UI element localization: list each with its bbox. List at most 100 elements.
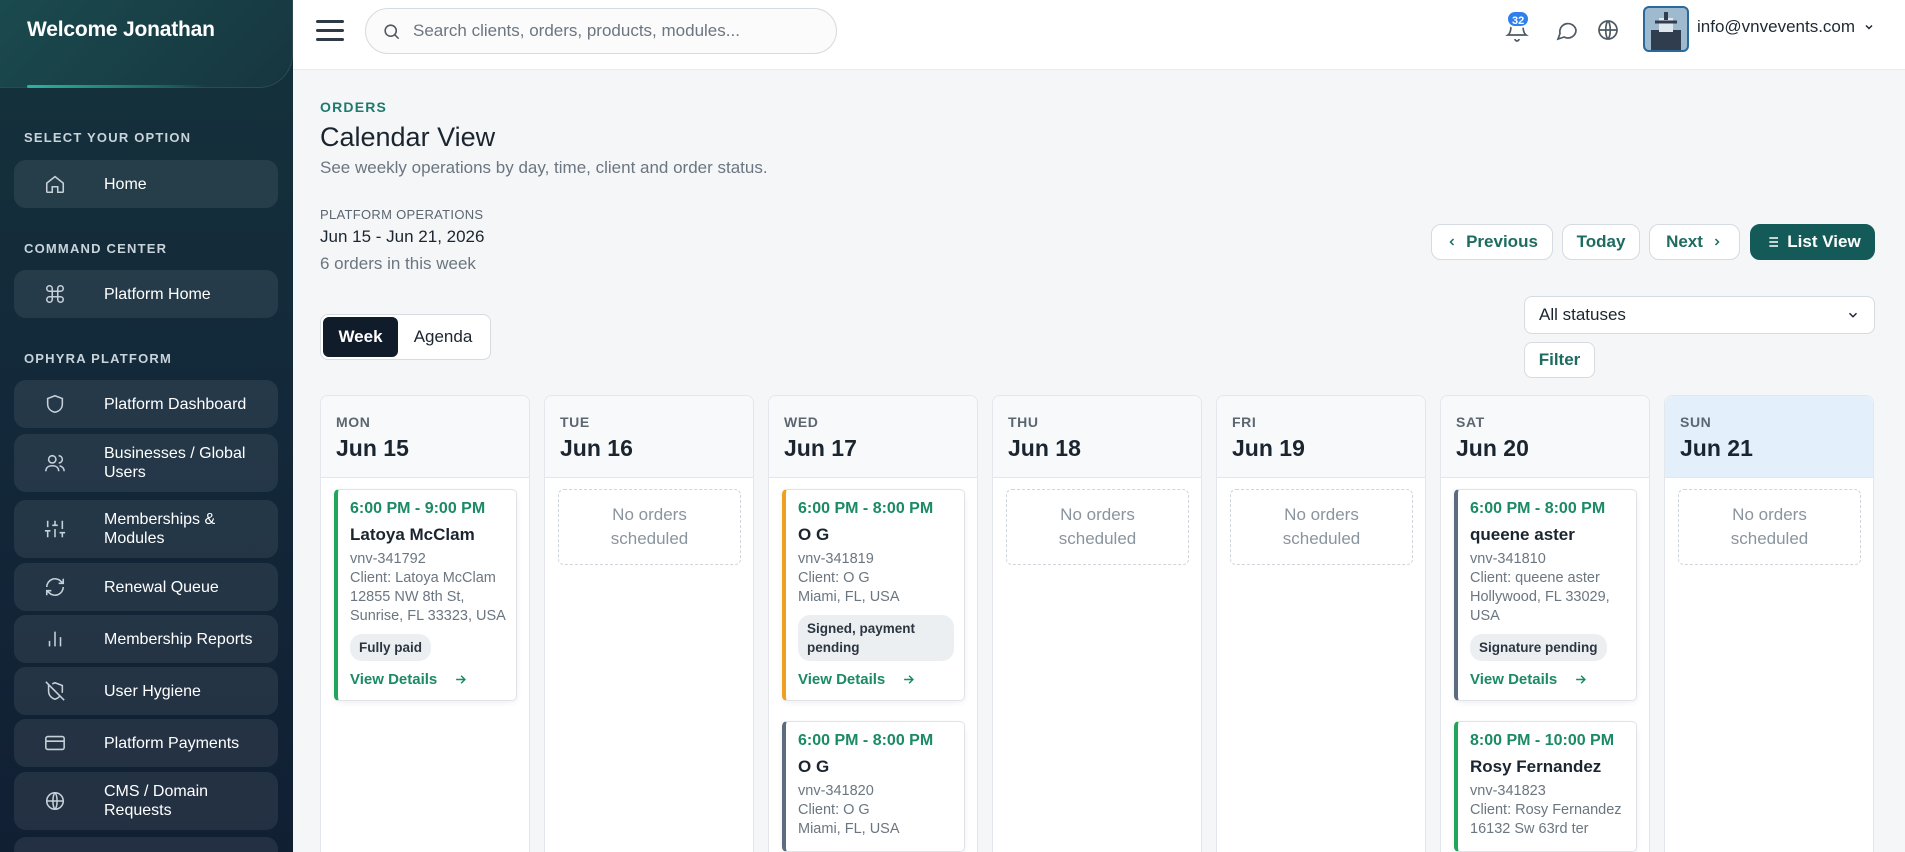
today-label: Today — [1576, 232, 1626, 251]
sidebar-item-platform-dashboard[interactable]: Platform Dashboard — [14, 380, 278, 428]
today-button[interactable]: Today — [1562, 224, 1640, 260]
day-column: MON Jun 15 6:00 PM - 9:00 PM Latoya McClam v… — [320, 395, 530, 852]
order-card[interactable]: 6:00 PM - 9:00 PM Latoya McClam vnv-341792… — [334, 489, 517, 701]
chat-icon[interactable] — [1555, 18, 1581, 44]
sidebar-item-cms-domain[interactable]: CMS / Domain Requests — [14, 772, 278, 830]
order-time: 8:00 PM - 10:00 PM — [1470, 732, 1615, 749]
section-title-ophyra-platform: OPHYRA PLATFORM — [24, 351, 172, 366]
tab-agenda[interactable]: Agenda — [398, 317, 488, 357]
list-view-button[interactable]: List View — [1750, 224, 1875, 260]
sidebar-item-memberships[interactable]: Memberships & Modules — [14, 500, 278, 558]
status-badge: Signature pending — [1470, 634, 1607, 661]
sidebar-item-label: Home — [104, 175, 147, 193]
list-view-label: List View — [1787, 232, 1861, 251]
day-date: Jun 21 — [1680, 435, 1753, 461]
previous-label: Previous — [1466, 232, 1538, 251]
day-of-week: MON — [336, 414, 371, 430]
day-date: Jun 17 — [784, 435, 857, 461]
order-card[interactable]: 6:00 PM - 8:00 PM queene aster vnv-341810 C… — [1454, 489, 1637, 701]
day-of-week: FRI — [1232, 414, 1257, 430]
order-client-name: O G — [798, 757, 830, 776]
command-icon — [42, 281, 68, 307]
arrow-right-icon — [445, 672, 468, 687]
sidebar-item-label: Businesses / Global Users — [104, 445, 246, 481]
sidebar-item-platform-payments[interactable]: Platform Payments — [14, 719, 278, 767]
view-details-label: View Details — [350, 671, 438, 688]
sidebar-item-renewal-queue[interactable]: Renewal Queue — [14, 563, 278, 611]
order-time: 6:00 PM - 9:00 PM — [350, 500, 486, 517]
empty-day-placeholder: No orders scheduled — [558, 489, 741, 565]
order-time: 6:00 PM - 8:00 PM — [798, 732, 934, 749]
order-time: 6:00 PM - 8:00 PM — [1470, 500, 1606, 517]
previous-button[interactable]: Previous — [1431, 224, 1553, 260]
avatar[interactable] — [1643, 6, 1689, 52]
order-address: Hollywood, FL 33029, USA — [1470, 589, 1610, 624]
order-number: vnv-341792 — [350, 551, 426, 567]
order-number: vnv-341819 — [798, 551, 874, 567]
sidebar-item-label: User Hygiene — [104, 682, 201, 700]
status-badge: Fully paid — [350, 634, 432, 661]
day-column: SAT Jun 20 6:00 PM - 8:00 PM queene aster vn… — [1440, 395, 1650, 852]
operations-label: PLATFORM OPERATIONS — [320, 207, 484, 222]
filter-button[interactable]: Filter — [1524, 342, 1595, 378]
sidebar-item-label: Renewal Queue — [104, 578, 219, 596]
status-select[interactable]: All statuses — [1524, 296, 1875, 334]
sidebar-item-home[interactable]: Home — [14, 160, 278, 208]
list-icon — [1764, 234, 1780, 250]
day-date: Jun 19 — [1232, 435, 1305, 461]
day-date: Jun 20 — [1456, 435, 1529, 461]
sidebar-item-platform-home[interactable]: Platform Home — [14, 270, 278, 318]
day-header: FRI Jun 19 — [1217, 396, 1425, 478]
order-client: Client: Rosy Fernandez — [1470, 802, 1622, 818]
empty-day-placeholder: No orders scheduled — [1006, 489, 1189, 565]
globe-icon — [42, 788, 68, 814]
view-details-link[interactable]: View Details — [1470, 671, 1626, 688]
day-column: WED Jun 17 6:00 PM - 8:00 PM O G vnv-341819 C… — [768, 395, 978, 852]
topbar: 32 info@vnvevents.com — [293, 0, 1905, 70]
order-card[interactable]: 8:00 PM - 10:00 PM Rosy Fernandez vnv-3418… — [1454, 721, 1637, 852]
day-header: SAT Jun 20 — [1441, 396, 1649, 478]
search-input[interactable] — [413, 21, 813, 41]
status-select-value: All statuses — [1539, 305, 1626, 324]
order-card[interactable]: 6:00 PM - 8:00 PM O G vnv-341820 Client: O … — [782, 721, 965, 852]
sidebar-item-label: Memberships & Modules — [104, 511, 216, 547]
chevron-left-icon — [1446, 236, 1458, 248]
sliders-icon — [42, 516, 68, 542]
sidebar-item-more[interactable] — [14, 837, 278, 852]
main-content: ORDERS Calendar View See weekly operatio… — [293, 70, 1905, 852]
order-number: vnv-341810 — [1470, 551, 1546, 567]
next-button[interactable]: Next — [1649, 224, 1740, 260]
day-of-week: TUE — [560, 414, 590, 430]
order-number: vnv-341823 — [1470, 783, 1546, 799]
sidebar-item-membership-reports[interactable]: Membership Reports — [14, 615, 278, 663]
page-title: Calendar View — [320, 122, 496, 152]
order-address: 16132 Sw 63rd ter — [1470, 821, 1589, 837]
sidebar-header: Welcome Jonathan — [0, 0, 293, 88]
menu-toggle-icon[interactable] — [316, 20, 344, 42]
sidebar-item-label: Platform Home — [104, 285, 211, 303]
day-of-week: SAT — [1456, 414, 1485, 430]
language-globe-icon[interactable] — [1596, 18, 1622, 44]
sidebar-item-label: CMS / Domain Requests — [104, 783, 209, 819]
day-column: FRI Jun 19 No orders scheduled — [1216, 395, 1426, 852]
search-bar[interactable] — [365, 8, 837, 54]
view-details-link[interactable]: View Details — [350, 671, 506, 688]
page-eyebrow: ORDERS — [320, 99, 388, 115]
notification-badge: 32 — [1506, 10, 1531, 28]
day-header: THU Jun 18 — [993, 396, 1201, 478]
order-card[interactable]: 6:00 PM - 8:00 PM O G vnv-341819 Client: O … — [782, 489, 965, 701]
chevron-down-icon — [1846, 308, 1860, 322]
sidebar-item-label: Platform Dashboard — [104, 395, 247, 413]
next-label: Next — [1666, 232, 1703, 251]
sidebar-item-user-hygiene[interactable]: User Hygiene — [14, 667, 278, 715]
account-email: info@vnvevents.com — [1697, 17, 1856, 36]
day-column: TUE Jun 16 No orders scheduled — [544, 395, 754, 852]
home-icon — [42, 171, 68, 197]
order-client: Client: O G — [798, 570, 870, 586]
tab-week[interactable]: Week — [323, 317, 398, 357]
search-icon — [382, 22, 401, 41]
sidebar-item-businesses[interactable]: Businesses / Global Users — [14, 434, 278, 492]
day-header: SUN Jun 21 — [1665, 396, 1873, 478]
account-menu[interactable]: info@vnvevents.com — [1697, 17, 1875, 37]
view-details-link[interactable]: View Details — [798, 671, 954, 688]
